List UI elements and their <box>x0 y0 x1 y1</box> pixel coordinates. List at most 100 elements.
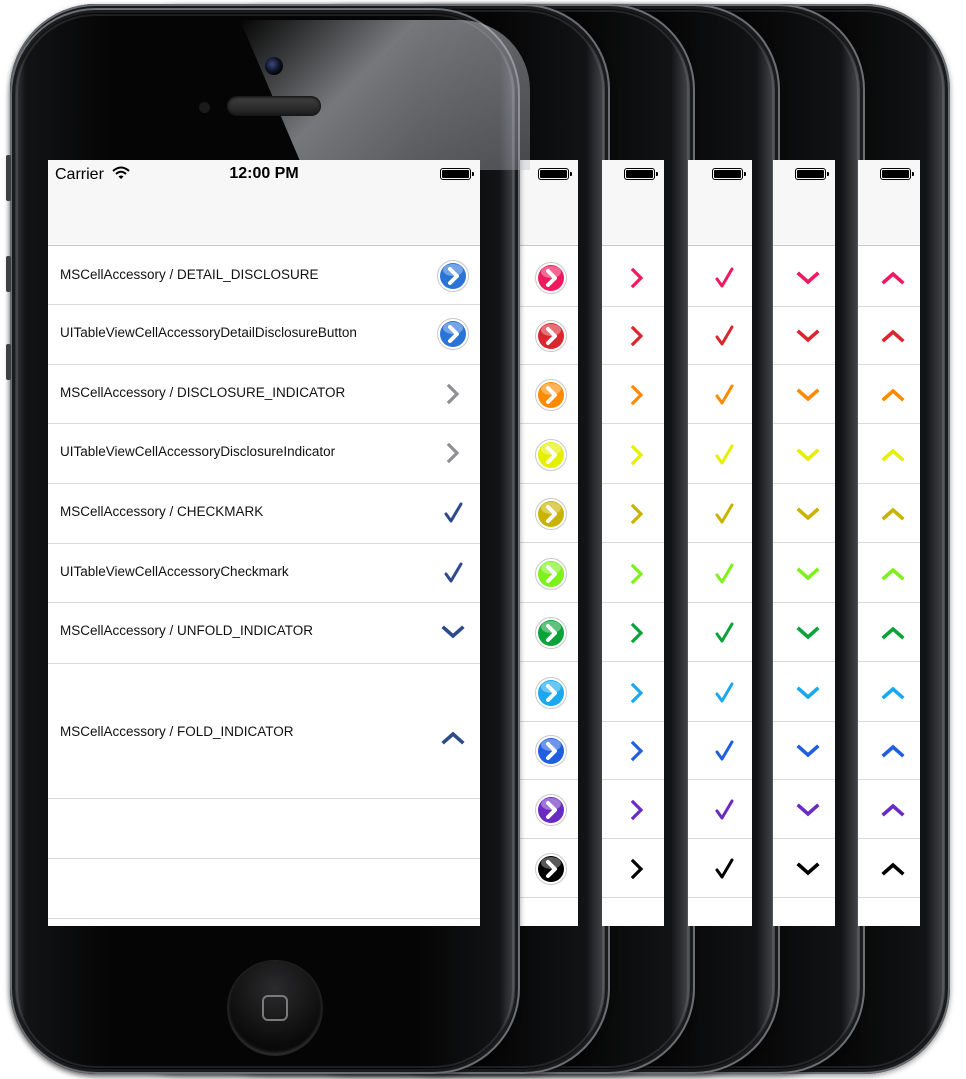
table-row[interactable] <box>602 247 664 307</box>
checkmark-icon <box>436 556 470 590</box>
table-row[interactable] <box>602 483 664 543</box>
status-bar: Carrier 12:00 PM <box>48 160 480 246</box>
table-row[interactable] <box>858 424 920 484</box>
table-row[interactable] <box>858 247 920 307</box>
status-bar <box>516 160 578 246</box>
chevron-up-icon <box>876 319 910 353</box>
chevron-up-icon <box>876 852 910 886</box>
checkmark-icon <box>707 319 741 353</box>
detail-disclosure-icon <box>534 676 568 710</box>
table-row[interactable] <box>773 483 835 543</box>
table-row[interactable] <box>688 779 752 839</box>
table-row[interactable] <box>773 305 835 365</box>
table-row[interactable] <box>688 483 752 543</box>
checkmark-icon <box>707 616 741 650</box>
back-screen-4 <box>773 160 835 926</box>
table-row[interactable] <box>602 305 664 365</box>
chevron-right-icon <box>620 557 654 591</box>
table-row[interactable] <box>516 424 578 484</box>
back-screen-1 <box>516 160 578 926</box>
chevron-right-icon <box>620 378 654 412</box>
table-row[interactable] <box>688 838 752 898</box>
back-screen-3 <box>688 160 752 926</box>
chevron-down-icon <box>791 557 825 591</box>
table-row[interactable] <box>516 247 578 307</box>
clock: 12:00 PM <box>229 165 299 182</box>
table-row[interactable] <box>688 247 752 307</box>
chevron-right-icon <box>620 616 654 650</box>
table-row[interactable]: MSCellAccessory / FOLD_INDICATOR <box>48 664 480 799</box>
detail-disclosure-icon[interactable] <box>436 317 470 351</box>
table-row[interactable] <box>858 602 920 662</box>
row-label: UITableViewCellAccessoryDetailDisclosure… <box>60 325 357 340</box>
table-row[interactable] <box>602 424 664 484</box>
table-row[interactable] <box>516 720 578 780</box>
table-row[interactable] <box>688 602 752 662</box>
checkmark-icon <box>707 676 741 710</box>
volume-up-button[interactable] <box>6 256 11 292</box>
table-row[interactable] <box>688 543 752 603</box>
table-row[interactable] <box>773 662 835 722</box>
mute-switch[interactable] <box>6 155 11 201</box>
table-row[interactable]: MSCellAccessory / DISCLOSURE_INDICATOR <box>48 365 480 424</box>
table-row[interactable] <box>688 720 752 780</box>
table-row[interactable] <box>688 364 752 424</box>
table-row[interactable] <box>858 720 920 780</box>
table-row[interactable] <box>602 662 664 722</box>
table-row[interactable] <box>602 602 664 662</box>
table-row[interactable] <box>516 543 578 603</box>
chevron-up-icon <box>876 378 910 412</box>
table-row[interactable]: MSCellAccessory / UNFOLD_INDICATOR <box>48 603 480 664</box>
table-row[interactable] <box>516 305 578 365</box>
table-row[interactable] <box>516 779 578 839</box>
table-row[interactable] <box>516 838 578 898</box>
table-row[interactable] <box>858 543 920 603</box>
table-row[interactable]: UITableViewCellAccessoryCheckmark <box>48 544 480 603</box>
table-row[interactable] <box>602 364 664 424</box>
table-row[interactable] <box>773 779 835 839</box>
table-row[interactable] <box>516 483 578 543</box>
table-row[interactable] <box>602 838 664 898</box>
table-row[interactable] <box>688 662 752 722</box>
chevron-down-icon <box>791 852 825 886</box>
chevron-down-icon <box>436 615 470 649</box>
table-row[interactable] <box>773 838 835 898</box>
table-row[interactable] <box>773 247 835 307</box>
table-row[interactable] <box>516 602 578 662</box>
table-row[interactable] <box>858 779 920 839</box>
detail-disclosure-icon[interactable] <box>436 259 470 293</box>
table-row[interactable] <box>773 424 835 484</box>
table-row[interactable] <box>858 838 920 898</box>
checkmark-icon <box>707 852 741 886</box>
table-row[interactable] <box>858 662 920 722</box>
table-row[interactable] <box>773 543 835 603</box>
home-button[interactable] <box>228 961 322 1055</box>
table-row[interactable] <box>688 305 752 365</box>
table-row[interactable] <box>688 424 752 484</box>
table-row[interactable] <box>858 483 920 543</box>
detail-disclosure-icon <box>534 616 568 650</box>
table-row[interactable] <box>773 364 835 424</box>
chevron-right-icon <box>620 261 654 295</box>
table-row[interactable] <box>602 779 664 839</box>
table-row[interactable] <box>602 543 664 603</box>
table-row[interactable]: UITableViewCellAccessoryDetailDisclosure… <box>48 305 480 365</box>
volume-down-button[interactable] <box>6 344 11 380</box>
table-row[interactable] <box>858 305 920 365</box>
chevron-down-icon <box>791 261 825 295</box>
back-screen-2 <box>602 160 664 926</box>
table-row[interactable]: MSCellAccessory / CHECKMARK <box>48 484 480 544</box>
chevron-up-icon <box>876 793 910 827</box>
chevron-right-icon <box>620 319 654 353</box>
table-row[interactable] <box>602 720 664 780</box>
table-row[interactable] <box>858 364 920 424</box>
table-row[interactable]: MSCellAccessory / DETAIL_DISCLOSURE <box>48 247 480 305</box>
table-row[interactable] <box>516 364 578 424</box>
detail-disclosure-icon <box>534 734 568 768</box>
table-row[interactable] <box>516 662 578 722</box>
chevron-right-icon <box>436 436 470 470</box>
table-row <box>48 859 480 919</box>
table-row[interactable] <box>773 602 835 662</box>
table-row[interactable] <box>773 720 835 780</box>
table-row[interactable]: UITableViewCellAccessoryDisclosureIndica… <box>48 424 480 484</box>
